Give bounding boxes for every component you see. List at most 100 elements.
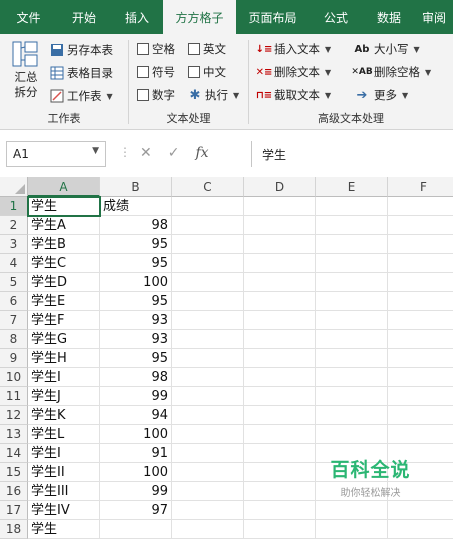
cell-d3[interactable]: [244, 235, 316, 254]
cell-c14[interactable]: [172, 444, 244, 463]
tab-home[interactable]: 开始: [57, 0, 111, 34]
cell-e10[interactable]: [316, 368, 388, 387]
cell-f8[interactable]: [388, 330, 453, 349]
row-header[interactable]: 17: [0, 501, 28, 520]
cell-c18[interactable]: [172, 520, 244, 539]
cell-b3[interactable]: 95: [100, 235, 172, 254]
cell-a17[interactable]: 学生IV: [28, 501, 100, 520]
checkbox-spaces[interactable]: 空格: [137, 39, 175, 59]
cell-c9[interactable]: [172, 349, 244, 368]
cell-b14[interactable]: 91: [100, 444, 172, 463]
row-header[interactable]: 1: [0, 197, 28, 216]
worksheet-menu-button[interactable]: 工作表 ▼: [50, 86, 113, 106]
cell-e6[interactable]: [316, 292, 388, 311]
cell-e4[interactable]: [316, 254, 388, 273]
cell-e11[interactable]: [316, 387, 388, 406]
cell-c17[interactable]: [172, 501, 244, 520]
cell-f7[interactable]: [388, 311, 453, 330]
cell-a7[interactable]: 学生F: [28, 311, 100, 330]
cell-d14[interactable]: [244, 444, 316, 463]
cell-e2[interactable]: [316, 216, 388, 235]
select-all-corner[interactable]: [0, 177, 28, 197]
cell-b15[interactable]: 100: [100, 463, 172, 482]
row-header[interactable]: 15: [0, 463, 28, 482]
cancel-icon[interactable]: ✕: [140, 145, 152, 161]
chevron-down-icon[interactable]: ▼: [92, 146, 99, 156]
sheet-index-button[interactable]: 表格目录: [50, 63, 113, 83]
cell-b2[interactable]: 98: [100, 216, 172, 235]
cell-f10[interactable]: [388, 368, 453, 387]
cell-c13[interactable]: [172, 425, 244, 444]
cell-d5[interactable]: [244, 273, 316, 292]
cell-b6[interactable]: 95: [100, 292, 172, 311]
checkbox-chinese[interactable]: 中文: [188, 62, 226, 82]
cell-d16[interactable]: [244, 482, 316, 501]
cell-f13[interactable]: [388, 425, 453, 444]
cell-c12[interactable]: [172, 406, 244, 425]
cell-f11[interactable]: [388, 387, 453, 406]
cell-c5[interactable]: [172, 273, 244, 292]
save-copy-button[interactable]: 另存本表: [50, 40, 113, 60]
tab-insert[interactable]: 插入: [111, 0, 163, 34]
cell-e3[interactable]: [316, 235, 388, 254]
cell-d9[interactable]: [244, 349, 316, 368]
cell-b4[interactable]: 95: [100, 254, 172, 273]
cell-a16[interactable]: 学生III: [28, 482, 100, 501]
cell-d2[interactable]: [244, 216, 316, 235]
tab-review[interactable]: 审阅: [415, 0, 453, 34]
delete-text-button[interactable]: ✕≡ 删除文本 ▼: [256, 62, 332, 82]
tab-file[interactable]: 文件: [0, 0, 57, 34]
checkbox-symbols[interactable]: 符号: [137, 62, 175, 82]
insert-function-icon[interactable]: fx: [195, 145, 208, 161]
cell-a15[interactable]: 学生II: [28, 463, 100, 482]
cell-d13[interactable]: [244, 425, 316, 444]
more-button[interactable]: ➔ 更多 ▼: [353, 85, 409, 105]
cell-d10[interactable]: [244, 368, 316, 387]
cell-d11[interactable]: [244, 387, 316, 406]
enter-icon[interactable]: ✓: [168, 145, 180, 161]
row-header[interactable]: 8: [0, 330, 28, 349]
cell-b17[interactable]: 97: [100, 501, 172, 520]
cell-a4[interactable]: 学生C: [28, 254, 100, 273]
row-header[interactable]: 3: [0, 235, 28, 254]
formula-input[interactable]: 学生: [251, 141, 453, 167]
tab-formulas[interactable]: 公式: [309, 0, 363, 34]
cell-a1[interactable]: 学生: [28, 197, 100, 216]
row-header[interactable]: 6: [0, 292, 28, 311]
insert-text-button[interactable]: ↓≡ 插入文本 ▼: [256, 39, 332, 59]
column-header-d[interactable]: D: [244, 177, 316, 197]
summary-split-button[interactable]: 汇总拆分: [6, 40, 46, 110]
delete-spaces-button[interactable]: ✕AB 删除空格 ▼: [351, 62, 431, 82]
row-header[interactable]: 14: [0, 444, 28, 463]
cell-c16[interactable]: [172, 482, 244, 501]
row-header[interactable]: 10: [0, 368, 28, 387]
tab-data[interactable]: 数据: [363, 0, 415, 34]
cell-c8[interactable]: [172, 330, 244, 349]
cell-b16[interactable]: 99: [100, 482, 172, 501]
column-header-b[interactable]: B: [100, 177, 172, 197]
cell-a10[interactable]: 学生I: [28, 368, 100, 387]
cell-a8[interactable]: 学生G: [28, 330, 100, 349]
cell-d7[interactable]: [244, 311, 316, 330]
cell-b8[interactable]: 93: [100, 330, 172, 349]
cell-e12[interactable]: [316, 406, 388, 425]
cell-b1[interactable]: 成绩: [100, 197, 172, 216]
cell-b10[interactable]: 98: [100, 368, 172, 387]
cell-e9[interactable]: [316, 349, 388, 368]
cell-e7[interactable]: [316, 311, 388, 330]
column-header-f[interactable]: F: [388, 177, 453, 197]
checkbox-english[interactable]: 英文: [188, 39, 226, 59]
row-header[interactable]: 12: [0, 406, 28, 425]
cell-d17[interactable]: [244, 501, 316, 520]
cell-f1[interactable]: [388, 197, 453, 216]
cell-c7[interactable]: [172, 311, 244, 330]
cell-e8[interactable]: [316, 330, 388, 349]
cell-d1[interactable]: [244, 197, 316, 216]
cell-d12[interactable]: [244, 406, 316, 425]
row-header[interactable]: 4: [0, 254, 28, 273]
cell-e1[interactable]: [316, 197, 388, 216]
cell-a2[interactable]: 学生A: [28, 216, 100, 235]
cell-f4[interactable]: [388, 254, 453, 273]
cell-c10[interactable]: [172, 368, 244, 387]
cell-a13[interactable]: 学生L: [28, 425, 100, 444]
